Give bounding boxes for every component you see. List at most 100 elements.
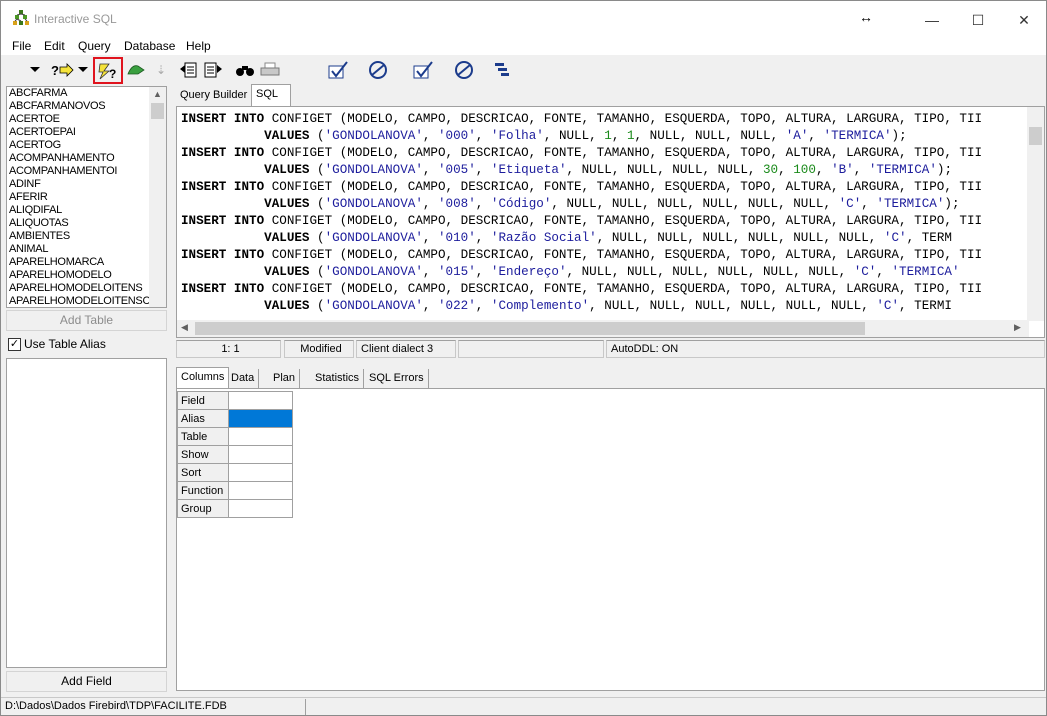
- sql-keyword: INSERT INTO: [181, 248, 265, 262]
- menu-database[interactable]: Database: [124, 39, 175, 53]
- table-list-item[interactable]: AMBIENTES: [7, 230, 149, 243]
- menu-edit[interactable]: Edit: [44, 39, 65, 53]
- sql-keyword: INSERT INTO: [181, 112, 265, 126]
- editor-horizontal-scrollbar[interactable]: ◀ ▶: [177, 320, 1029, 337]
- add-table-button[interactable]: Add Table: [6, 310, 167, 331]
- tab-sql-errors[interactable]: SQL Errors: [365, 369, 429, 389]
- tab-columns[interactable]: Columns: [176, 367, 230, 389]
- minimize-button[interactable]: —: [909, 7, 955, 33]
- table-list-item[interactable]: ABCFARMANOVOS: [7, 100, 149, 113]
- menu-file[interactable]: File: [12, 39, 31, 53]
- sql-string: '005': [438, 163, 476, 177]
- grid-cell[interactable]: [228, 481, 293, 500]
- tab-plan[interactable]: Plan: [269, 369, 301, 389]
- sql-values-text: ('GONDOLANOVA', '015', 'Endereço', NULL,…: [310, 265, 959, 279]
- table-list-item[interactable]: APARELHOMODELOITENS: [7, 282, 149, 295]
- sql-token: ,: [475, 197, 491, 211]
- table-list-item[interactable]: APARELHOMODELO: [7, 269, 149, 282]
- sql-string: 'A': [785, 129, 809, 143]
- sql-string: 'C': [883, 231, 907, 245]
- columns-grid[interactable]: Field Alias Table Show Sort Function Group: [177, 391, 293, 518]
- sql-keyword: VALUES: [264, 265, 310, 279]
- table-list-item[interactable]: ALIQUOTAS: [7, 217, 149, 230]
- use-table-alias-label: Use Table Alias: [24, 337, 106, 351]
- table-list-item[interactable]: ACOMPANHAMENTOI: [7, 165, 149, 178]
- table-list-item[interactable]: ALIQDIFAL: [7, 204, 149, 217]
- maximize-button[interactable]: ☐: [955, 7, 1001, 33]
- rollback-all-icon[interactable]: [453, 59, 475, 81]
- sql-line: INSERT INTO CONFIGET (MODELO, CAMPO, DES…: [181, 179, 982, 196]
- grid-cell[interactable]: [228, 427, 293, 446]
- rollback-icon[interactable]: [367, 59, 389, 81]
- sql-token: ,: [611, 129, 627, 143]
- sql-editor[interactable]: INSERT INTO CONFIGET (MODELO, CAMPO, DES…: [176, 106, 1045, 338]
- use-table-alias-checkbox[interactable]: ✓: [8, 338, 21, 351]
- sql-indent: [181, 265, 264, 279]
- scroll-thumb[interactable]: [1029, 127, 1042, 145]
- use-table-alias-row[interactable]: ✓ Use Table Alias: [6, 335, 167, 355]
- table-list-item[interactable]: ADINF: [7, 178, 149, 191]
- menu-query[interactable]: Query: [78, 39, 111, 53]
- execute-query-icon[interactable]: ?: [93, 57, 123, 84]
- help-arrow-icon[interactable]: ?: [51, 59, 75, 81]
- grid-cell[interactable]: [228, 463, 293, 482]
- grid-row-header: Sort: [177, 463, 229, 482]
- table-list-item[interactable]: ACERTOE: [7, 113, 149, 126]
- sql-values-text: ('GONDOLANOVA', '000', 'Folha', NULL, 1,…: [310, 129, 907, 143]
- modified-status: Modified: [284, 340, 354, 358]
- sql-token: ,: [422, 231, 438, 245]
- table-list-item[interactable]: ABCFARMA: [7, 87, 149, 100]
- find-icon[interactable]: [235, 59, 255, 81]
- commit-icon[interactable]: [327, 59, 349, 81]
- grid-cell[interactable]: [228, 445, 293, 464]
- grid-cell[interactable]: [228, 499, 293, 518]
- sql-token: ,: [422, 129, 438, 143]
- grid-cell[interactable]: [228, 409, 293, 428]
- dropdown-arrow-icon[interactable]: [77, 59, 89, 81]
- grid-cell[interactable]: [228, 391, 293, 410]
- step-icon[interactable]: ⇣: [155, 59, 167, 81]
- sql-string: 'C': [853, 265, 877, 279]
- client-dialect: Client dialect 3: [356, 340, 456, 358]
- plan-icon[interactable]: [492, 59, 512, 81]
- table-list-item[interactable]: APARELHOMARCA: [7, 256, 149, 269]
- close-button[interactable]: ✕: [1001, 7, 1047, 33]
- scroll-up-icon[interactable]: ▲: [153, 89, 162, 99]
- previous-query-icon[interactable]: [178, 59, 200, 81]
- editor-status-row: 1: 1 Modified Client dialect 3 AutoDDL: …: [176, 340, 1045, 358]
- sql-token: , NULL,: [543, 129, 605, 143]
- dropdown-arrow-icon[interactable]: [27, 59, 43, 81]
- sql-string: 'GONDOLANOVA': [324, 265, 423, 279]
- table-list[interactable]: ABCFARMA ABCFARMANOVOS ACERTOE ACERTOEPAI AC…: [6, 86, 167, 308]
- tab-query-builder[interactable]: Query Builder: [176, 86, 251, 106]
- sql-token: TERM: [921, 231, 952, 245]
- scroll-thumb[interactable]: [151, 103, 164, 119]
- sql-token: ,: [475, 265, 491, 279]
- sql-string: '015': [438, 265, 476, 279]
- tab-data[interactable]: Data: [227, 369, 260, 389]
- table-list-item[interactable]: APARELHOMODELOITENSC: [7, 295, 149, 307]
- sql-token: ,: [422, 197, 438, 211]
- sql-line: VALUES ('GONDOLANOVA', '010', 'Razão Soc…: [181, 230, 982, 247]
- next-query-icon[interactable]: [202, 59, 224, 81]
- editor-vertical-scrollbar[interactable]: [1027, 107, 1044, 321]
- scroll-thumb[interactable]: [195, 322, 865, 335]
- table-list-item[interactable]: ACOMPANHAMENTO: [7, 152, 149, 165]
- tab-statistics[interactable]: Statistics: [311, 369, 365, 389]
- scroll-right-icon[interactable]: ▶: [1014, 322, 1021, 333]
- table-list-item[interactable]: ANIMAL: [7, 243, 149, 256]
- tab-sql[interactable]: SQL: [251, 84, 291, 106]
- table-list-scrollbar[interactable]: ▲: [149, 87, 166, 307]
- menu-help[interactable]: Help: [186, 39, 211, 53]
- table-list-item[interactable]: ACERTOG: [7, 139, 149, 152]
- database-path: D:\Dados\Dados Firebird\TDP\FACILITE.FDB: [1, 699, 306, 715]
- field-list[interactable]: [6, 358, 167, 668]
- add-field-button[interactable]: Add Field: [6, 671, 167, 692]
- sql-token: );: [891, 129, 907, 143]
- table-list-item[interactable]: ACERTOEPAI: [7, 126, 149, 139]
- prepare-icon[interactable]: [125, 59, 147, 81]
- scroll-left-icon[interactable]: ◀: [181, 322, 188, 333]
- commit-all-icon[interactable]: [412, 59, 434, 81]
- table-list-item[interactable]: AFERIR: [7, 191, 149, 204]
- print-icon[interactable]: [259, 59, 281, 81]
